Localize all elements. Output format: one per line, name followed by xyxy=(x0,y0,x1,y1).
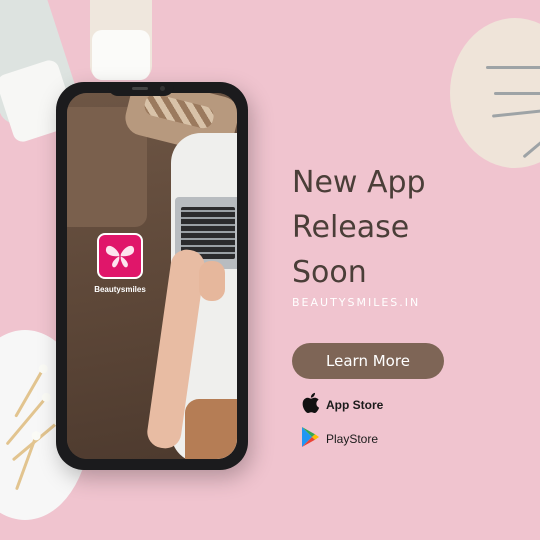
headline: New App Release Soon xyxy=(292,160,502,295)
app-launcher[interactable]: Beautysmiles xyxy=(94,233,146,294)
app-label: Beautysmiles xyxy=(94,285,146,294)
phone-screen: Beautysmiles xyxy=(67,93,237,459)
butterfly-icon[interactable] xyxy=(97,233,143,279)
headline-line: Release xyxy=(292,210,410,245)
play-store-label: PlayStore xyxy=(326,432,379,446)
play-store-link[interactable]: PlayStore xyxy=(300,426,378,452)
person-hand xyxy=(199,261,225,301)
app-store-label: App Store xyxy=(326,398,384,412)
front-camera xyxy=(160,86,165,91)
headline-line: Soon xyxy=(292,255,367,290)
beauty-tool xyxy=(494,92,540,95)
cosmetic-tube-cap xyxy=(92,30,150,80)
website-link[interactable]: BEAUTYSMILES.IN xyxy=(292,296,420,309)
apple-icon xyxy=(300,392,320,418)
learn-more-button[interactable]: Learn More xyxy=(292,343,444,379)
beauty-tool xyxy=(486,66,540,69)
promo-canvas: Beautysmiles New App Release Soon BEAUTY… xyxy=(0,0,540,540)
google-play-icon xyxy=(300,426,320,452)
headline-line: New App xyxy=(292,165,426,200)
person-pants xyxy=(185,399,237,459)
app-store-link[interactable]: App Store xyxy=(300,392,383,418)
phone-mockup: Beautysmiles xyxy=(56,82,248,470)
